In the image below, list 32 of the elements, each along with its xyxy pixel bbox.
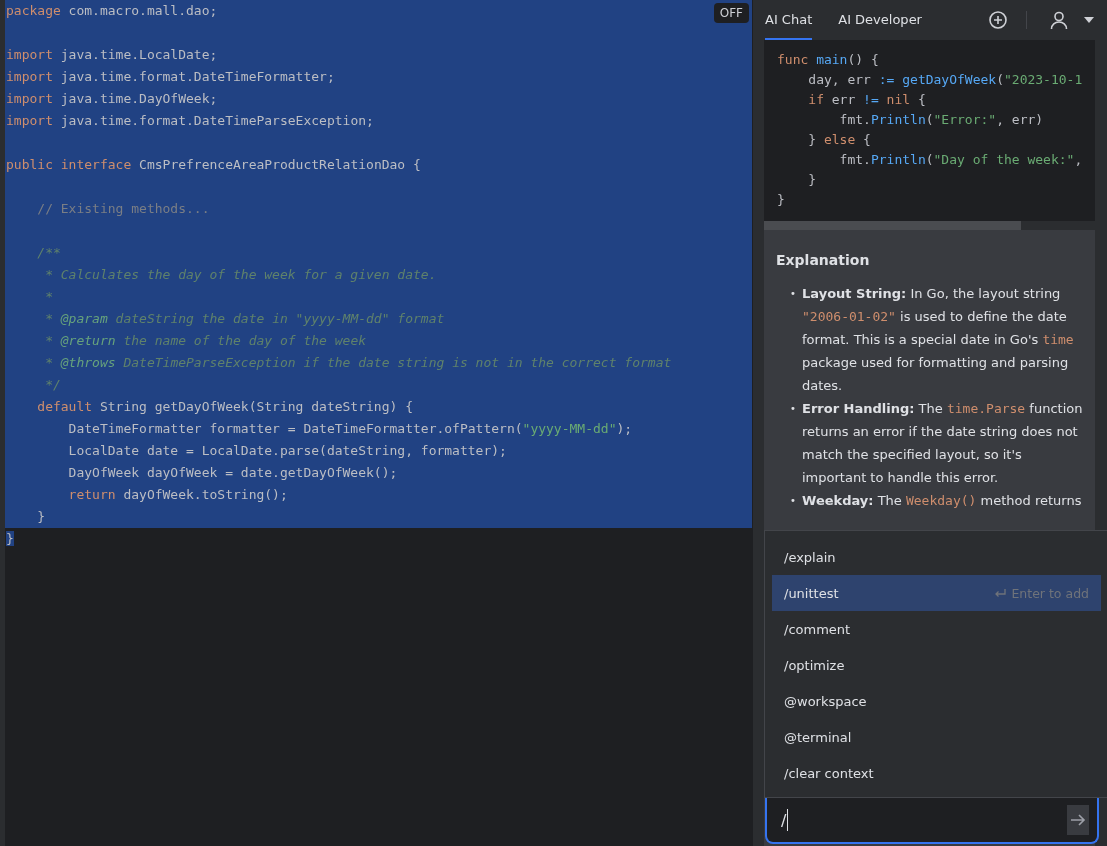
section-heading: Explanation	[776, 252, 871, 268]
bullet-text: Layout String: In Go, the layout string "2006-01-02" is used to define the date format. This is a special date in Go's time package used for formatting and parsing dates.	[802, 285, 1075, 395]
arrow-icon	[1070, 814, 1086, 826]
off-badge[interactable]: OFF	[713, 3, 749, 23]
code-line: if err != nil {	[807, 91, 927, 109]
code-line: fmt.Println("Error:", err)	[838, 111, 1045, 129]
bullet-text: Weekday: The Weekday() method returns	[802, 492, 1083, 510]
add-icon[interactable]	[988, 10, 1008, 30]
code-line: } else {	[807, 131, 872, 149]
command-item[interactable]: @workspace	[772, 683, 1101, 719]
code-line: func main() {	[777, 51, 880, 69]
command-item[interactable]: /explain	[772, 539, 1101, 575]
command-item[interactable]: /clear context	[772, 755, 1101, 791]
code-line: }	[807, 171, 818, 189]
user-icon[interactable]	[1049, 10, 1069, 30]
bullet-text: Error Handling: The time.Parse function returns an error if the date string does not match the specified layout, so it's important to handle this error.	[802, 400, 1083, 487]
enter-icon	[994, 588, 1007, 598]
caret-icon[interactable]	[1083, 16, 1095, 24]
command-item[interactable]: @terminal	[772, 719, 1101, 755]
code-line: fmt.Println("Day of the week:",	[838, 151, 1084, 169]
bullet-marker: •	[790, 287, 797, 301]
send-button[interactable]	[1067, 805, 1089, 835]
command-item[interactable]: /optimize	[772, 647, 1101, 683]
bullet-marker: •	[790, 494, 797, 508]
bullet-marker: •	[790, 402, 797, 416]
code-line: day, err := getDayOfWeek("2023-10-1	[807, 71, 1084, 89]
chat-tab[interactable]: AI Developer	[838, 0, 922, 40]
chat-input-field[interactable]: /	[765, 798, 1099, 844]
command-item[interactable]: /unittest Enter to add	[772, 575, 1101, 611]
scrollbar-thumb[interactable]	[764, 221, 1021, 230]
code-line: }	[777, 191, 786, 209]
command-item[interactable]: /comment	[772, 611, 1101, 647]
